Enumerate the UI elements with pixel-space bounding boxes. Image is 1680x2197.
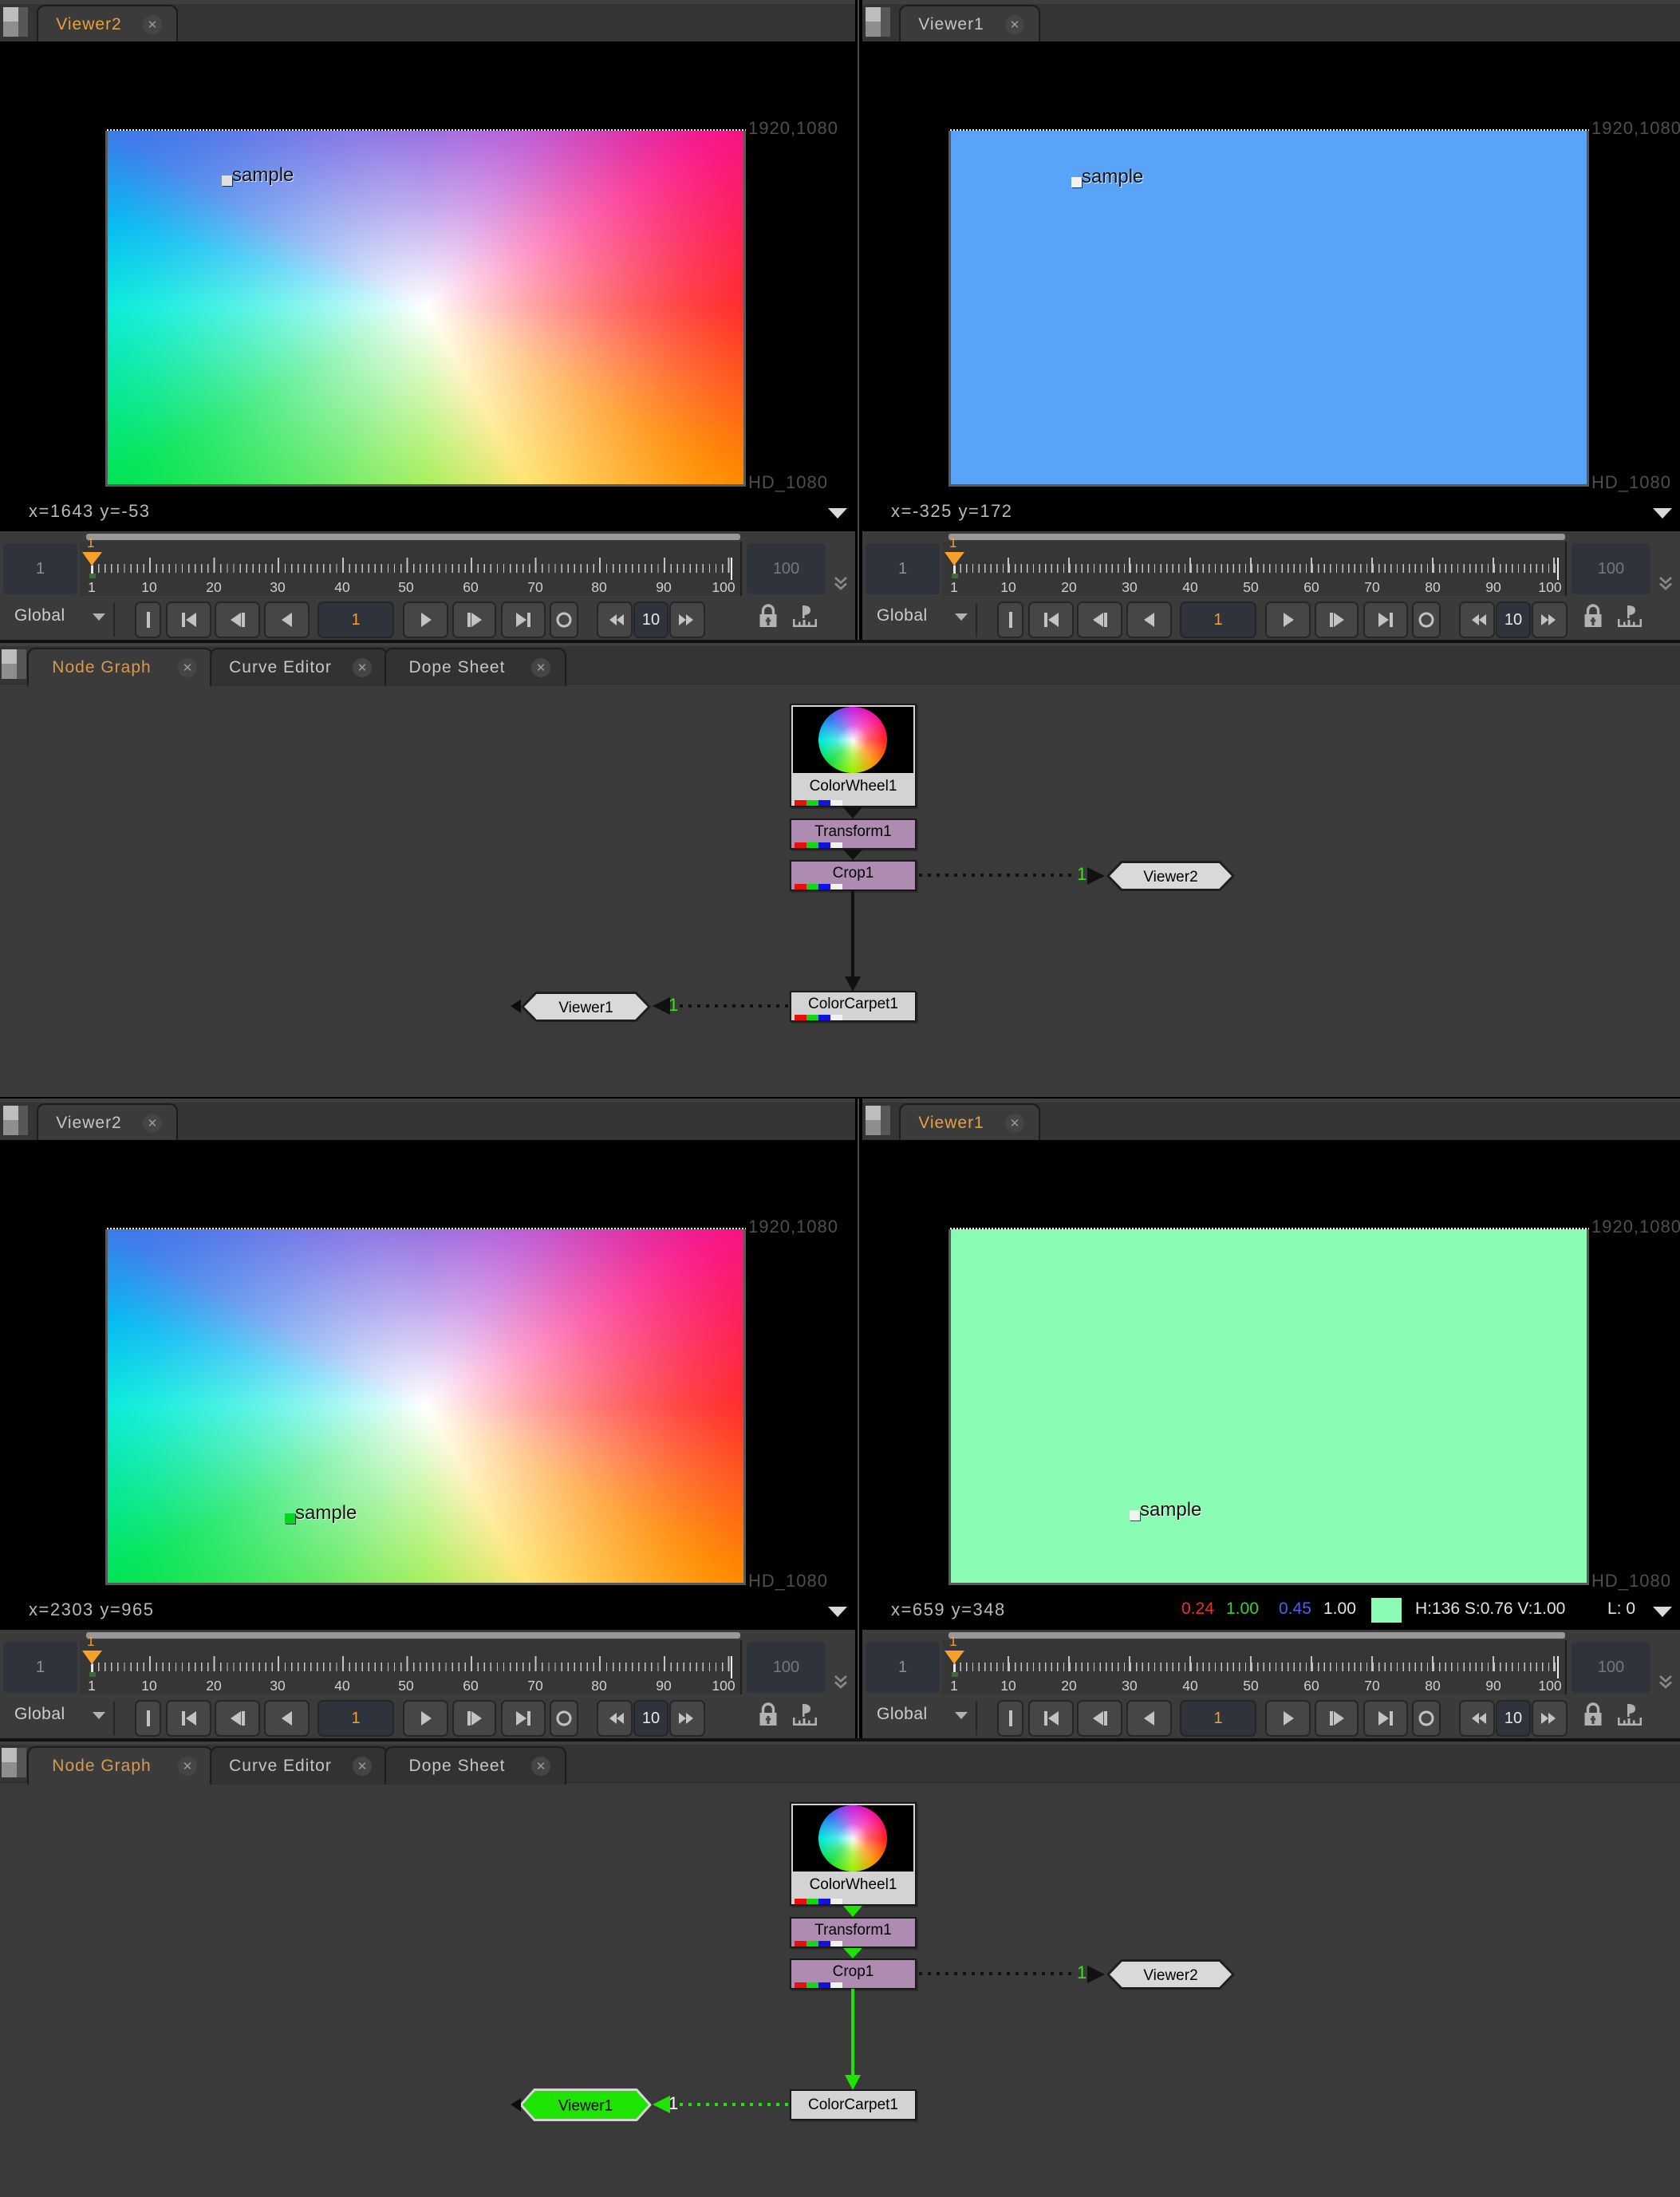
- svg-text:Viewer2: Viewer2: [1143, 1967, 1197, 1984]
- svg-text:Viewer2: Viewer2: [1143, 869, 1197, 886]
- svg-text:Viewer1: Viewer1: [558, 1000, 613, 1016]
- svg-text:Viewer1: Viewer1: [558, 2098, 613, 2115]
